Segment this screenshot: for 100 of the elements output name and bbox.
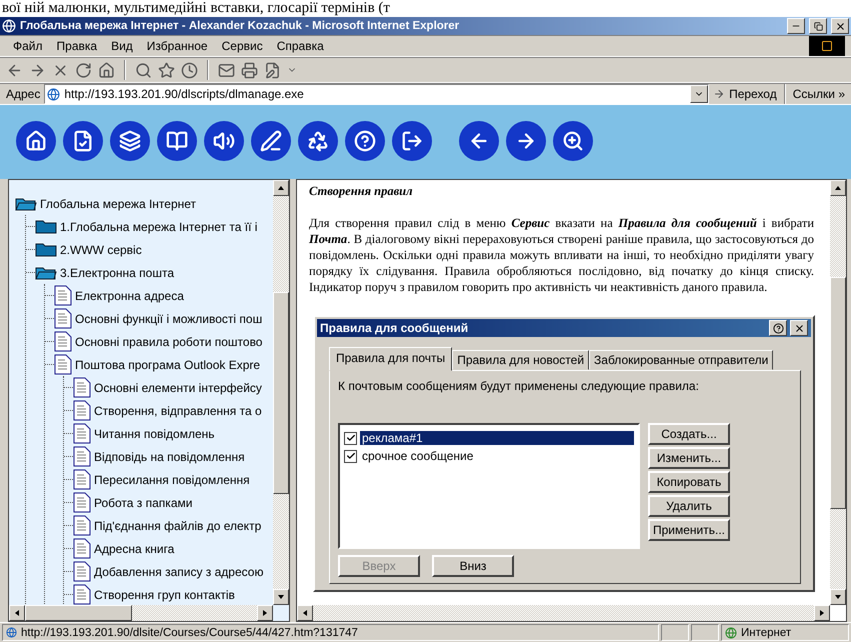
search-icon[interactable] (553, 121, 593, 161)
document-icon (73, 492, 91, 513)
refresh-icon[interactable] (75, 62, 92, 78)
address-field[interactable]: http://193.193.201.90/dlscripts/dlmanage.exe (44, 84, 710, 104)
left-arrow-icon (301, 609, 309, 617)
tree-item[interactable]: Відповідь на повідомлення (91, 450, 245, 464)
document-icon (73, 400, 91, 421)
favorites-icon[interactable] (158, 62, 175, 78)
menu-item[interactable]: Справка (270, 37, 331, 55)
tree-item[interactable]: Основні елементи інтерфейсу (91, 380, 262, 394)
recycle-icon[interactable] (298, 121, 338, 161)
dialog-button[interactable]: Создать... (648, 423, 730, 445)
globe-icon (725, 626, 737, 638)
restore-button[interactable] (809, 18, 827, 34)
checkbox[interactable] (344, 450, 357, 462)
tree-item[interactable]: Основні функції і можливості пош (72, 312, 262, 326)
document-text: вої ній малюнки, мультимедійні вставки, глосарії термінів (т (1, 0, 391, 17)
books-icon[interactable] (157, 121, 197, 161)
menu-item[interactable]: Правка (50, 37, 104, 55)
document-check-icon[interactable] (63, 121, 103, 161)
status-panel (661, 624, 689, 641)
tree-item[interactable]: 2.WWW сервіс (57, 242, 142, 256)
search-icon[interactable] (135, 62, 152, 78)
tree-item[interactable]: Добавлення запису з адресою (91, 564, 264, 578)
right-arrow-icon (261, 609, 269, 617)
document-icon (73, 423, 91, 444)
print-icon[interactable] (241, 62, 258, 78)
document-icon (73, 561, 91, 582)
status-panel (691, 624, 719, 641)
address-label: Адрес (6, 87, 40, 101)
up-arrow-icon (277, 184, 285, 192)
close-icon (794, 322, 804, 334)
checkbox[interactable] (344, 432, 357, 444)
edit-icon[interactable] (264, 62, 281, 78)
menu-item[interactable]: Вид (104, 37, 140, 55)
tree-item[interactable]: Створення, відправлення та о (91, 404, 262, 418)
home-icon[interactable] (98, 62, 115, 78)
tree-item[interactable]: Читання повідомлень (91, 426, 215, 440)
tree-item[interactable]: Створення груп контактів (91, 588, 235, 602)
left-arrow-icon (13, 609, 21, 617)
tree-item[interactable]: 1.Глобальна мережа Інтернет та її і (57, 220, 258, 234)
document-icon (73, 469, 91, 490)
links-button[interactable]: Ссылки » (792, 87, 845, 101)
rules-caption: К почтовым сообщениям будут применены следующие правила: (338, 379, 700, 393)
restore-icon (814, 22, 822, 30)
document-icon (73, 377, 91, 398)
tree-item[interactable]: Поштова програма Outlook Expre (72, 358, 260, 372)
dialog-button[interactable]: Копировать (648, 471, 730, 493)
close-icon (834, 20, 846, 32)
document-icon (54, 354, 72, 375)
history-icon[interactable] (181, 62, 198, 78)
tab[interactable]: Правила для новостей (452, 350, 590, 370)
tree-item[interactable]: Адресна книга (91, 542, 174, 556)
tab[interactable]: Правила для почты (329, 347, 452, 371)
tab[interactable]: Заблокированные отправители (589, 350, 774, 370)
status-url: http://193.193.201.90/dlsite/Courses/Course5/44/427.htm?131747 (2, 624, 659, 641)
right-arrow-icon (818, 609, 826, 617)
pen-icon[interactable] (251, 121, 291, 161)
dialog-button[interactable]: Изменить... (648, 447, 730, 469)
page-icon (6, 627, 17, 638)
document-icon (54, 285, 72, 306)
browser-icon (2, 19, 16, 33)
help-icon[interactable] (345, 121, 385, 161)
help-icon (772, 322, 784, 334)
dialog-button[interactable]: Применить... (648, 519, 730, 541)
exit-door-icon[interactable] (392, 121, 432, 161)
tree-item[interactable]: Під'єднання файлів до електр (91, 518, 262, 532)
close-button[interactable] (790, 320, 808, 336)
rule-item[interactable]: реклама#1 (360, 431, 634, 445)
page-icon (47, 88, 60, 100)
document-icon (54, 308, 72, 329)
menu-item[interactable]: Сервис (214, 37, 270, 55)
mail-icon[interactable] (218, 62, 235, 78)
dropdown-button[interactable] (690, 85, 708, 103)
dialog-button[interactable]: Удалить (648, 495, 730, 517)
tree-item[interactable]: Глобальна мережа Інтернет (37, 196, 196, 210)
tree-item[interactable]: Основні правила роботи поштово (72, 334, 262, 348)
tree-item[interactable]: Пересилання повідомлення (91, 472, 250, 486)
article-heading: Створення правил (309, 184, 414, 199)
down-arrow-icon (277, 593, 285, 601)
document-icon (73, 538, 91, 559)
menu-item[interactable]: Файл (6, 37, 50, 55)
dialog-title: Правила для сообщений (320, 321, 470, 335)
rule-item[interactable]: срочное сообщение (360, 449, 476, 463)
close-button[interactable] (831, 18, 849, 34)
window-title: Глобальна мережа Інтернет - Alexander Kozachuk - Microsoft Internet Explorer (20, 20, 460, 32)
address-text: http://193.193.201.90/dlscripts/dlmanage.exe (64, 87, 304, 101)
home-icon[interactable] (16, 121, 56, 161)
document-icon (73, 515, 91, 536)
order-button[interactable]: Вниз (432, 555, 514, 577)
tree-item[interactable]: 3.Електронна пошта (57, 266, 174, 280)
minimize-button[interactable] (787, 18, 805, 34)
go-button[interactable]: Переход (729, 87, 777, 101)
help-button[interactable] (769, 320, 787, 336)
rules-list[interactable]: реклама#1 срочное сообщение (338, 423, 640, 549)
down-arrow-icon (834, 593, 842, 601)
tree-item[interactable]: Робота з папками (91, 496, 192, 510)
document-icon (73, 446, 91, 467)
tree-item[interactable]: Електронна адреса (72, 288, 184, 302)
menu-item[interactable]: Избранное (140, 37, 215, 55)
